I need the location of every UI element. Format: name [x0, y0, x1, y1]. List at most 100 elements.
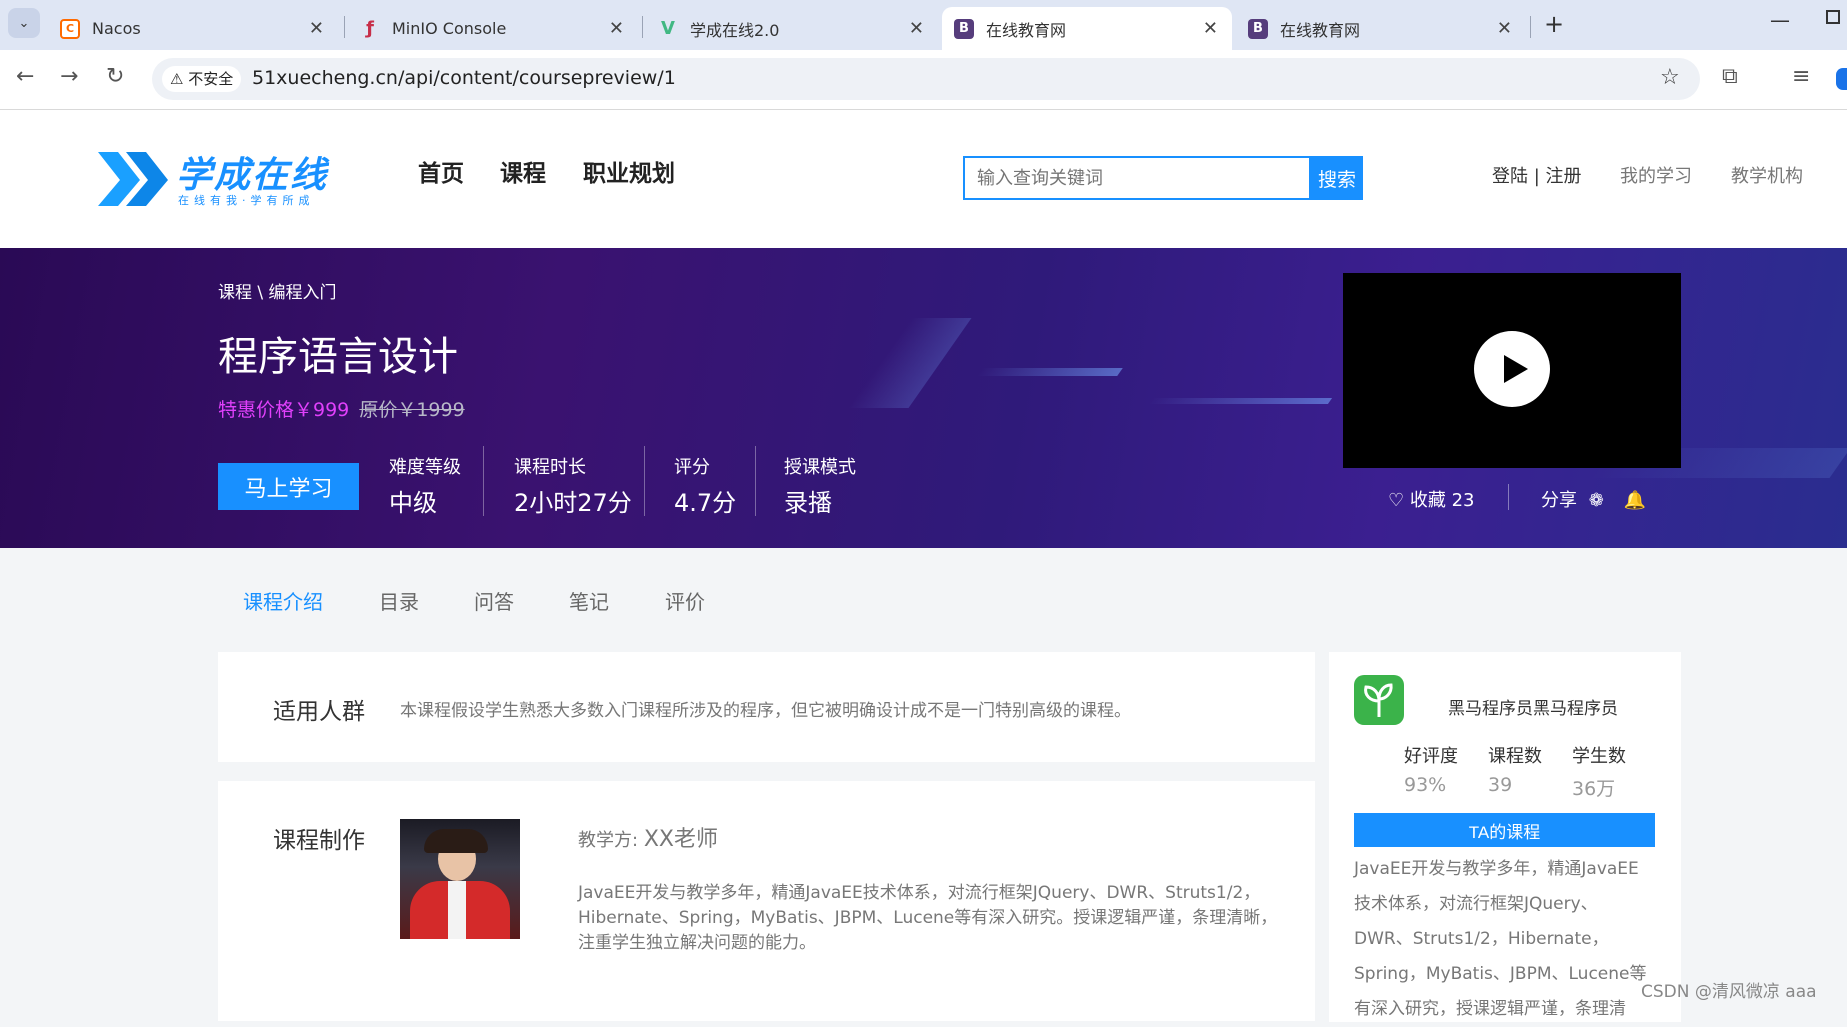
breadcrumb[interactable]: 课程 \ 编程入门: [218, 278, 337, 303]
my-study-link[interactable]: 我的学习: [1620, 162, 1692, 188]
metric-label: 课程数: [1488, 746, 1542, 767]
site-header: 学成在线 在线有我·学有所成 首页 课程 职业规划 搜索 登陆 | 注册 我的学…: [0, 110, 1847, 248]
audience-card: 适用人群 本课程假设学生熟悉大多数入门课程所涉及的程序，但它被明确设计成不是一门…: [218, 652, 1315, 762]
browser-tab-minio[interactable]: ƒ MinIO Console ✕: [348, 7, 638, 50]
metric-value: 36万: [1572, 778, 1616, 800]
security-chip[interactable]: ⚠ 不安全: [162, 66, 242, 92]
search-input[interactable]: [963, 156, 1311, 200]
logo-mark-icon: [98, 152, 168, 206]
back-icon[interactable]: ←: [16, 64, 34, 89]
desc-line: Spring，MyBatis、JBPM、Lucene等: [1354, 964, 1647, 984]
tab-catalog[interactable]: 目录: [379, 586, 419, 615]
tab-title: 在线教育网: [986, 20, 1067, 40]
minimize-icon[interactable]: —: [1770, 8, 1790, 32]
tab-divider: [1530, 16, 1531, 38]
profile-avatar[interactable]: [1836, 68, 1847, 90]
tab-qa[interactable]: 问答: [474, 586, 514, 615]
new-tab-icon[interactable]: +: [1544, 10, 1564, 38]
stat-label-difficulty: 难度等级: [389, 457, 461, 478]
teacher-avatar[interactable]: [1354, 675, 1404, 725]
teacher-courses-button[interactable]: TA的课程: [1354, 813, 1655, 847]
course-title: 程序语言设计: [218, 334, 458, 380]
logo-text: 学成在线: [176, 155, 329, 196]
close-icon[interactable]: ✕: [1497, 18, 1512, 39]
nav-career[interactable]: 职业规划: [583, 154, 675, 188]
browser-tab-active[interactable]: B 在线教育网 ✕: [942, 7, 1232, 50]
teacher-org-name[interactable]: 黑马程序员黑马程序员: [1448, 694, 1618, 719]
stat-divider: [644, 446, 645, 516]
tab-search-button[interactable]: ⌄: [8, 8, 40, 38]
close-icon[interactable]: ✕: [609, 18, 624, 39]
banner-decoration: [1147, 398, 1333, 404]
browser-tab-nacos[interactable]: C Nacos ✕: [48, 7, 338, 50]
wechat-icon[interactable]: ❁: [1589, 490, 1604, 511]
close-icon[interactable]: ✕: [309, 18, 324, 39]
close-icon[interactable]: ✕: [909, 18, 924, 39]
banner-decoration: [977, 368, 1123, 376]
tab-reviews[interactable]: 评价: [665, 586, 705, 615]
stat-value-duration: 2小时27分: [514, 489, 632, 517]
banner-decoration: [848, 318, 972, 408]
metric-value: 93%: [1404, 774, 1447, 796]
extensions-icon[interactable]: ⧉: [1722, 64, 1738, 89]
share-divider: [1508, 484, 1509, 510]
stat-value-mode: 录播: [784, 489, 832, 517]
browser-toolbar: ← → ↻ ⚠ 不安全 51xuecheng.cn/api/content/co…: [0, 50, 1847, 110]
stat-label-mode: 授课模式: [784, 457, 856, 478]
tab-notes[interactable]: 笔记: [569, 586, 609, 615]
forward-icon[interactable]: →: [60, 64, 78, 89]
site-logo[interactable]: 学成在线 在线有我·学有所成: [96, 146, 346, 210]
teacher-card: 黑马程序员黑马程序员 好评度 93% 课程数 39 学生数 36万 TA的课程 …: [1329, 652, 1681, 1022]
bootstrap-icon: B: [1248, 18, 1268, 39]
photo-hair: [424, 829, 488, 853]
desc-line: 有深入研究，授课逻辑严谨，条理清: [1354, 999, 1626, 1019]
start-learning-button[interactable]: 马上学习: [218, 463, 359, 510]
institution-link[interactable]: 教学机构: [1731, 162, 1803, 188]
metric-label: 学生数: [1572, 746, 1626, 767]
share-label: 分享: [1541, 490, 1577, 511]
minio-icon: ƒ: [366, 18, 374, 39]
login-register-link[interactable]: 登陆 | 注册: [1492, 162, 1582, 188]
desc-line: JavaEE开发与教学多年，精通JavaEE: [1354, 859, 1639, 879]
browser-tab-xuecheng[interactable]: V 学成在线2.0 ✕: [646, 7, 938, 50]
chevron-down-icon: ⌄: [18, 15, 30, 31]
audience-text: 本课程假设学生熟悉大多数入门课程所涉及的程序，但它被明确设计成不是一门特别高级的…: [400, 701, 1131, 721]
stat-divider: [755, 446, 756, 516]
production-card: 课程制作 教学方: XX老师 JavaEE开发与教学多年，精通JavaEE技术体…: [218, 781, 1315, 1021]
tab-course-intro[interactable]: 课程介绍: [243, 586, 323, 615]
bookmark-star-icon[interactable]: ☆: [1660, 65, 1680, 90]
bio-line: Hibernate、Spring，MyBatis、JBPM、Lucene等有深入…: [578, 908, 1278, 928]
media-control-icon[interactable]: ≡: [1792, 64, 1810, 89]
teacher-photo: [400, 819, 520, 939]
nav-courses[interactable]: 课程: [500, 154, 546, 188]
tab-title: 在线教育网: [1280, 20, 1361, 40]
nacos-icon: C: [60, 18, 80, 39]
logo-slogan: 在线有我·学有所成: [178, 194, 315, 207]
security-label: 不安全: [188, 70, 234, 88]
share-button[interactable]: 分享 ❁ 🔔: [1541, 486, 1646, 512]
reload-icon[interactable]: ↻: [106, 64, 124, 89]
favorite-button[interactable]: ♡ 收藏 23: [1388, 486, 1475, 512]
video-player[interactable]: [1343, 273, 1681, 468]
maximize-icon[interactable]: [1826, 10, 1840, 24]
nav-home[interactable]: 首页: [418, 154, 464, 188]
stat-divider: [483, 446, 484, 516]
qq-icon[interactable]: 🔔: [1624, 490, 1646, 511]
csdn-watermark: CSDN @清风微凉 aaa: [1641, 982, 1817, 1002]
teacher-line: 教学方: XX老师: [578, 821, 718, 853]
address-bar[interactable]: ⚠ 不安全 51xuecheng.cn/api/content/coursepr…: [152, 58, 1700, 100]
tab-divider: [344, 16, 345, 38]
stat-value-rating: 4.7分: [674, 489, 737, 517]
url-text[interactable]: 51xuecheng.cn/api/content/coursepreview/…: [252, 67, 676, 89]
metric-value: 39: [1488, 774, 1513, 796]
search-button[interactable]: 搜索: [1311, 156, 1363, 200]
discount-price: 特惠价格￥999: [218, 399, 350, 421]
production-heading: 课程制作: [273, 828, 365, 854]
course-banner: 课程 \ 编程入门 程序语言设计 特惠价格￥999 原价￥1999 马上学习 难…: [0, 248, 1847, 548]
close-icon[interactable]: ✕: [1203, 18, 1218, 39]
teacher-desc: JavaEE开发与教学多年，精通JavaEE 技术体系，对流行框架JQuery、…: [1354, 852, 1666, 1027]
play-icon[interactable]: [1474, 331, 1550, 407]
tab-title: MinIO Console: [392, 19, 507, 38]
tab-divider: [642, 16, 643, 38]
browser-tab-edu[interactable]: B 在线教育网 ✕: [1236, 7, 1526, 50]
